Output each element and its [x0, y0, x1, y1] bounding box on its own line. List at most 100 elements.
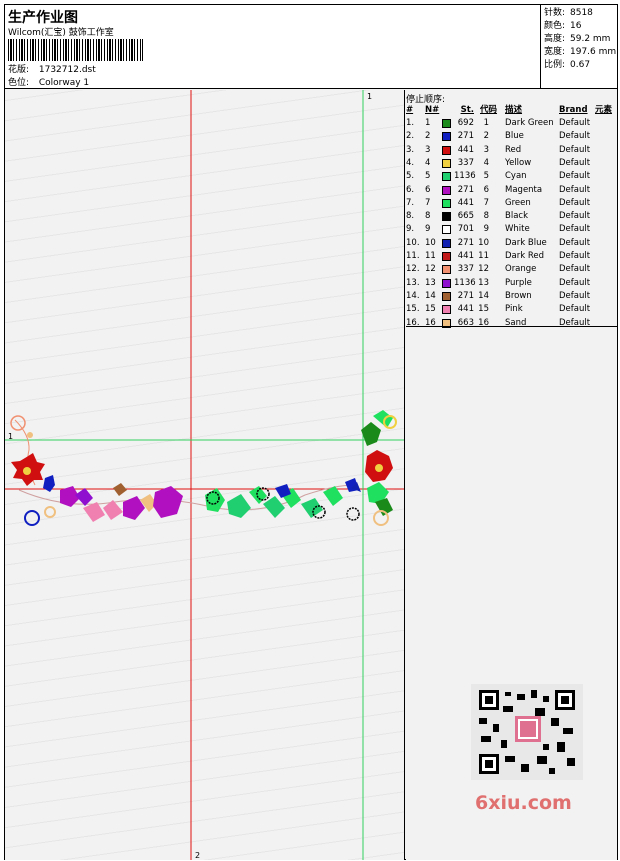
row-needle: 6	[425, 184, 431, 195]
color-stop-row: 13. 13 1136 13 Purple Default	[406, 277, 617, 290]
row-code: 9	[483, 224, 489, 235]
row-stitches: 441	[457, 144, 474, 155]
row-needle: 3	[425, 144, 431, 155]
row-index: 9.	[406, 224, 415, 235]
row-brand: Default	[559, 157, 591, 168]
row-stitches: 441	[457, 197, 474, 208]
row-brand: Default	[559, 277, 591, 288]
row-index: 16.	[406, 317, 420, 328]
row-description: Green	[505, 197, 531, 208]
row-brand: Default	[559, 290, 591, 301]
color-stop-row: 10. 10 271 10 Dark Blue Default	[406, 237, 617, 250]
row-stitches: 271	[457, 184, 474, 195]
row-code: 12	[478, 264, 489, 275]
row-brand: Default	[559, 118, 591, 128]
row-needle: 16	[425, 317, 436, 328]
row-description: Black	[505, 211, 528, 222]
row-stitches: 337	[457, 264, 474, 275]
row-description: Dark Red	[505, 251, 545, 261]
color-swatch	[442, 252, 451, 261]
row-code: 3	[483, 144, 489, 155]
design-stats-panel: 针数: 8518 颜色: 16 高度: 59.2 mm 宽度: 197.6 mm 比例:…	[542, 5, 617, 89]
row-index: 6.	[406, 184, 415, 195]
row-stitches: 1136	[454, 171, 476, 182]
color-stop-row: 9. 9 701 9 White Default	[406, 223, 617, 236]
panel-divider	[406, 326, 617, 327]
row-index: 1.	[406, 118, 415, 128]
color-stop-row: 6. 6 271 6 Magenta Default	[406, 184, 617, 197]
row-description: Pink	[505, 304, 523, 315]
row-index: 11.	[406, 251, 420, 261]
color-swatch	[442, 158, 451, 168]
row-stitches: 665	[457, 211, 474, 222]
row-description: Magenta	[505, 184, 543, 195]
watermark-text: 6xiu.com	[475, 792, 572, 814]
row-description: Blue	[505, 131, 524, 142]
design-file-label: 花版:	[8, 65, 30, 75]
row-index: 12.	[406, 264, 420, 275]
production-worksheet: 生产作业图 Wilcom(汇宝) 鼓饰工作室 花版: 1732712.dst 色…	[4, 4, 618, 860]
row-description: Brown	[505, 290, 532, 301]
row-description: Purple	[505, 277, 532, 288]
row-needle: 12	[425, 264, 436, 275]
row-brand: Default	[559, 237, 591, 248]
stop-sequence-header: # N# St. 代码 描述 Brand 元素	[406, 104, 617, 117]
color-swatch	[442, 212, 451, 222]
row-code: 11	[478, 251, 489, 261]
row-needle: 13	[425, 277, 436, 288]
colorway-row: 色位: Colorway 1	[8, 75, 89, 88]
row-description: Cyan	[505, 171, 527, 182]
qr-code	[471, 684, 583, 780]
marker-left: 1	[8, 432, 13, 441]
row-code: 10	[478, 237, 489, 248]
row-code: 6	[483, 184, 489, 195]
row-index: 15.	[406, 304, 420, 315]
row-index: 4.	[406, 157, 415, 168]
row-needle: 10	[425, 237, 436, 248]
row-needle: 2	[425, 131, 431, 142]
color-swatch	[442, 225, 451, 235]
stat-width: 宽度: 197.6 mm	[544, 47, 617, 57]
col-stitches: St.	[460, 105, 474, 115]
row-description: White	[505, 224, 530, 235]
row-stitches: 692	[457, 118, 474, 128]
row-brand: Default	[559, 197, 591, 208]
row-stitches: 441	[457, 251, 474, 261]
color-stop-row: 8. 8 665 8 Black Default	[406, 210, 617, 223]
row-index: 3.	[406, 144, 415, 155]
row-brand: Default	[559, 224, 591, 235]
row-code: 15	[478, 304, 489, 315]
color-swatch	[442, 145, 451, 155]
design-preview: 1 1 2	[5, 90, 405, 860]
row-stitches: 337	[457, 157, 474, 168]
row-needle: 1	[425, 118, 431, 128]
row-brand: Default	[559, 264, 591, 275]
row-stitches: 663	[457, 317, 474, 328]
color-stop-row: 11. 11 441 11 Dark Red Default	[406, 250, 617, 263]
color-stop-row: 4. 4 337 4 Yellow Default	[406, 157, 617, 170]
row-code: 8	[483, 211, 489, 222]
col-needle: N#	[425, 105, 440, 115]
color-swatch	[442, 198, 451, 208]
design-info-panel: 生产作业图 Wilcom(汇宝) 鼓饰工作室 花版: 1732712.dst 色…	[5, 5, 541, 89]
color-swatch	[442, 265, 451, 275]
design-file-value: 1732712.dst	[38, 65, 96, 75]
row-description: Dark Green	[505, 118, 554, 128]
colorway-value: Colorway 1	[38, 78, 90, 88]
color-swatch	[442, 185, 451, 195]
row-stitches: 271	[457, 131, 474, 142]
row-description: Red	[505, 144, 522, 155]
color-stop-row: 2. 2 271 2 Blue Default	[406, 130, 617, 143]
floral-garland-artwork	[10, 410, 397, 526]
row-code: 14	[478, 290, 489, 301]
row-brand: Default	[559, 144, 591, 155]
row-index: 13.	[406, 277, 420, 288]
color-stop-row: 16. 16 663 16 Sand Default	[406, 317, 617, 330]
row-brand: Default	[559, 131, 591, 142]
color-stop-row: 5. 5 1136 5 Cyan Default	[406, 170, 617, 183]
row-stitches: 271	[457, 237, 474, 248]
row-code: 1	[483, 118, 489, 128]
col-index: #	[406, 105, 414, 115]
color-stop-row: 1. 1 692 1 Dark Green Default	[406, 117, 617, 130]
color-stop-row: 14. 14 271 14 Brown Default	[406, 290, 617, 303]
